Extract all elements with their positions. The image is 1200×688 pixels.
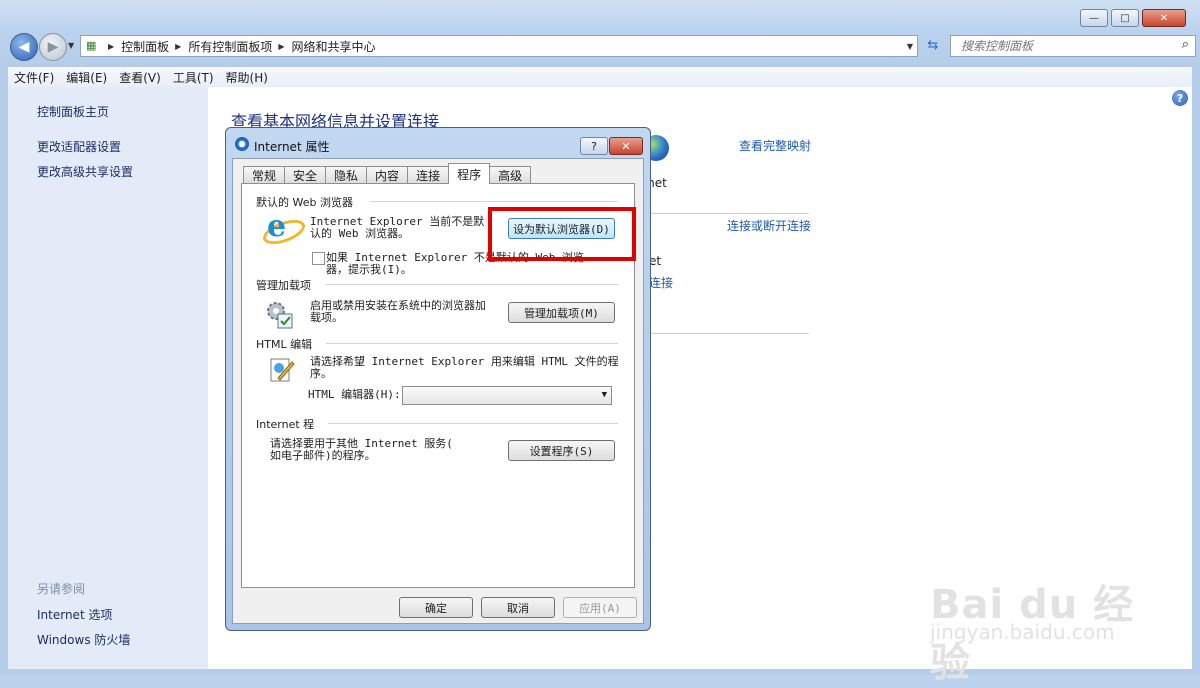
group-internet-programs: Internet 程 — [256, 418, 315, 431]
breadcrumb-item-all-items[interactable]: 所有控制面板项 — [188, 38, 272, 55]
group-divider — [326, 284, 618, 285]
watermark-url: jingyan.baidu.com — [930, 620, 1115, 644]
divider — [649, 333, 809, 334]
cancel-button[interactable]: 取消 — [481, 597, 555, 618]
set-programs-button[interactable]: 设置程序(S) — [508, 440, 615, 461]
tab-general[interactable]: 常规 — [243, 166, 286, 184]
sidebar-item-windows-firewall[interactable]: Windows 防火墙 — [37, 631, 130, 648]
back-button[interactable]: ◀ — [10, 33, 38, 61]
forward-button[interactable]: ▶ — [39, 33, 67, 61]
search-icon[interactable]: ⌕ — [1182, 37, 1189, 52]
control-panel-window: — □ ✕ ◀ ▶ ▼ ▦ ▶ 控制面板 ▶ 所有控制面板项 ▶ 网络和共享中心… — [0, 0, 1200, 686]
addons-text-2: 载项。 — [310, 311, 343, 324]
menu-file[interactable]: 文件(F) — [14, 69, 54, 86]
chevron-right-icon[interactable]: ▶ — [175, 42, 181, 51]
caption-buttons: — □ ✕ — [1080, 9, 1186, 27]
arrow-left-icon: ◀ — [18, 39, 30, 55]
internet-properties-dialog: Internet 属性 ? ✕ 常规 安全 隐私 内容 连接 程序 高级 默认的… — [225, 127, 651, 631]
sidebar-item-adapter-settings[interactable]: 更改适配器设置 — [37, 138, 121, 155]
tab-strip: 常规 安全 隐私 内容 连接 程序 高级 — [243, 163, 532, 184]
tab-security[interactable]: 安全 — [284, 166, 327, 184]
tab-content[interactable]: 内容 — [366, 166, 409, 184]
see-also-heading: 另请参阅 — [37, 582, 86, 596]
apply-button[interactable]: 应用(A) — [563, 597, 637, 618]
dialog-help-button[interactable]: ? — [580, 137, 608, 155]
gear-icon — [267, 302, 293, 329]
address-dropdown-icon[interactable]: ▼ — [907, 42, 913, 51]
programs-text-2: 如电子邮件)的程序。 — [270, 449, 376, 462]
sidebar-item-home[interactable]: 控制面板主页 — [37, 103, 109, 120]
sidebar-item-internet-options[interactable]: Internet 选项 — [37, 606, 112, 623]
html-editor-label: HTML 编辑器(H): — [308, 388, 401, 401]
dialog-title: Internet 属性 — [254, 140, 330, 154]
group-divider — [370, 201, 618, 202]
minimize-button[interactable]: — — [1080, 9, 1108, 27]
menu-view[interactable]: 查看(V) — [119, 69, 161, 86]
refresh-button[interactable]: ⇆ — [920, 35, 946, 55]
baidu-watermark: Bai du 经验 jingyan.baidu.com — [930, 572, 1150, 686]
group-default-browser: 默认的 Web 浏览器 — [256, 196, 353, 209]
html-edit-text-2: 序。 — [310, 367, 332, 380]
html-editor-icon — [270, 358, 295, 382]
dialog-close-button[interactable]: ✕ — [609, 137, 643, 155]
recent-pages-dropdown[interactable]: ▼ — [68, 41, 74, 50]
html-editor-select[interactable]: ▼ — [402, 386, 612, 405]
group-html-editing: HTML 编辑 — [256, 338, 313, 351]
group-manage-addons: 管理加载项 — [256, 279, 311, 292]
maximize-button[interactable]: □ — [1111, 9, 1139, 27]
close-button[interactable]: ✕ — [1142, 9, 1186, 27]
refresh-icon: ⇆ — [927, 37, 939, 53]
menu-edit[interactable]: 编辑(E) — [66, 69, 107, 86]
navigation-bar: ◀ ▶ ▼ ▦ ▶ 控制面板 ▶ 所有控制面板项 ▶ 网络和共享中心 ▼ ⇆ ⌕ — [8, 32, 1196, 61]
search-input[interactable] — [959, 38, 1163, 54]
group-divider — [326, 343, 618, 344]
address-bar[interactable]: ▦ ▶ 控制面板 ▶ 所有控制面板项 ▶ 网络和共享中心 ▼ — [80, 35, 918, 57]
help-icon[interactable]: ? — [1172, 90, 1188, 106]
tab-privacy[interactable]: 隐私 — [325, 166, 368, 184]
divider — [649, 213, 809, 214]
breadcrumb-item-control-panel[interactable]: 控制面板 — [121, 38, 169, 55]
chevron-down-icon: ▼ — [68, 41, 75, 50]
group-divider — [328, 423, 618, 424]
internet-explorer-icon: e — [267, 209, 287, 244]
manage-addons-button[interactable]: 管理加载项(M) — [508, 302, 615, 323]
highlight-annotation-box — [488, 207, 636, 261]
chevron-right-icon[interactable]: ▶ — [278, 42, 284, 51]
checkbox-label-2: 器，提示我(I)。 — [326, 263, 412, 276]
arrow-right-icon: ▶ — [47, 39, 59, 55]
prompt-default-checkbox[interactable] — [312, 252, 325, 265]
view-full-map-link[interactable]: 查看完整映射 — [739, 137, 811, 154]
breadcrumb-item-network-center[interactable]: 网络和共享中心 — [292, 38, 376, 55]
browser-status-text-2: 认的 Web 浏览器。 — [310, 227, 410, 240]
sidebar: 控制面板主页 更改适配器设置 更改高级共享设置 另请参阅 Internet 选项… — [8, 87, 208, 669]
internet-options-icon — [235, 137, 249, 151]
menu-tools[interactable]: 工具(T) — [173, 69, 214, 86]
tab-programs[interactable]: 程序 — [448, 163, 491, 184]
breadcrumb: ▶ 控制面板 ▶ 所有控制面板项 ▶ 网络和共享中心 — [102, 38, 376, 55]
menu-help[interactable]: 帮助(H) — [226, 69, 268, 86]
ok-button[interactable]: 确定 — [399, 597, 473, 618]
sidebar-item-advanced-sharing[interactable]: 更改高级共享设置 — [37, 163, 133, 180]
html-edit-text-1: 请选择希望 Internet Explorer 用来编辑 HTML 文件的程 — [310, 355, 619, 368]
chevron-right-icon: ▶ — [108, 41, 115, 51]
connections-link[interactable]: 连接 — [649, 274, 673, 291]
tab-connections[interactable]: 连接 — [407, 166, 450, 184]
chevron-down-icon: ▼ — [601, 390, 607, 400]
tab-advanced[interactable]: 高级 — [489, 166, 532, 184]
connect-disconnect-link[interactable]: 连接或断开连接 — [727, 217, 811, 234]
control-panel-icon: ▦ — [86, 39, 97, 52]
menu-bar: 文件(F) 编辑(E) 查看(V) 工具(T) 帮助(H) — [8, 66, 1192, 87]
search-box[interactable]: ⌕ — [950, 35, 1196, 57]
